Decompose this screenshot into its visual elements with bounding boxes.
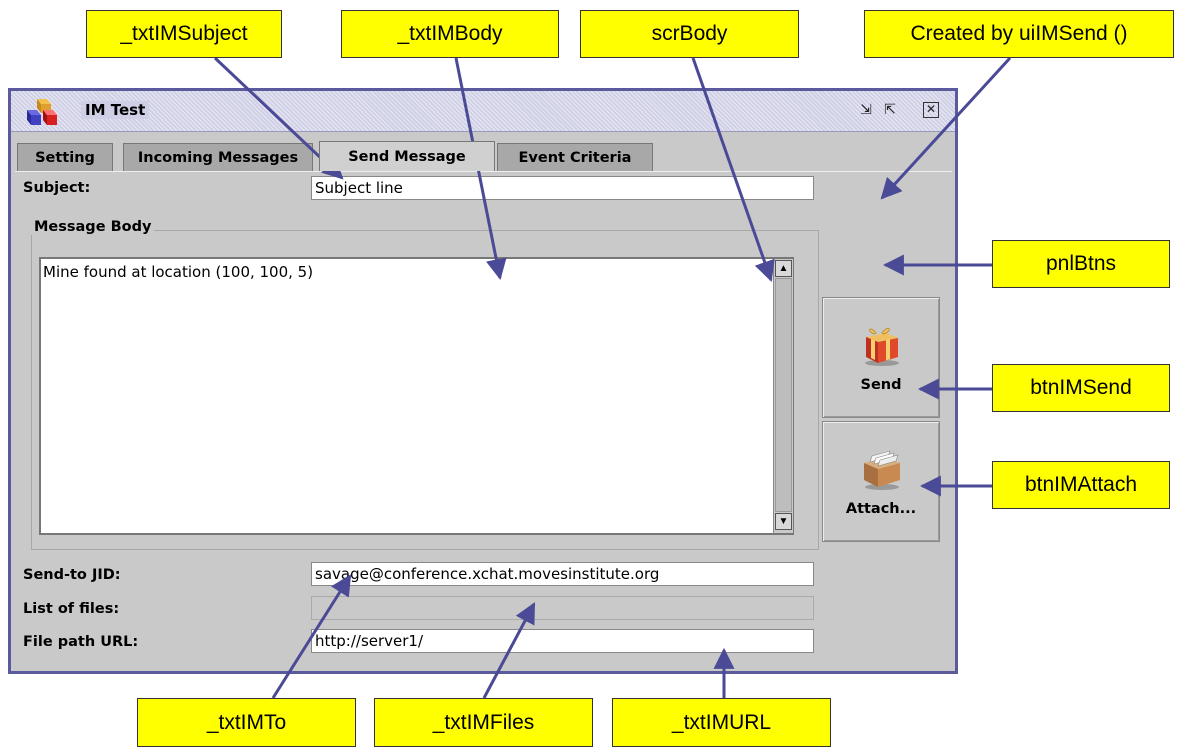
message-body-text: Mine found at location (100, 100, 5) [43, 263, 314, 281]
subject-input[interactable]: Subject line [311, 176, 814, 200]
callout-txt-im-url: _txtIMURL [612, 698, 831, 747]
callout-txt-im-subject: _txtIMSubject [86, 10, 282, 58]
callout-created-by: Created by uiIMSend () [864, 10, 1174, 58]
file-path-url-input[interactable]: http://server1/ [311, 629, 814, 653]
tab-send-message[interactable]: Send Message [319, 141, 495, 171]
send-to-jid-label: Send-to JID: [23, 567, 121, 583]
body-scrollbar[interactable]: ▲ ▼ [773, 259, 793, 533]
file-box-icon [864, 450, 900, 490]
callout-btn-im-attach: btnIMAttach [992, 461, 1170, 509]
message-body-textarea[interactable]: Mine found at location (100, 100, 5) [39, 257, 794, 535]
list-of-files-label: List of files: [23, 601, 120, 617]
file-path-url-label: File path URL: [23, 634, 139, 650]
tab-incoming-messages[interactable]: Incoming Messages [123, 143, 313, 171]
callout-txt-im-body: _txtIMBody [341, 10, 559, 58]
list-of-files-field [311, 596, 814, 620]
subject-label: Subject: [23, 180, 91, 196]
callout-btn-im-send: btnIMSend [992, 364, 1170, 412]
send-to-jid-input[interactable]: savage@conference.xchat.movesinstitute.o… [311, 562, 814, 586]
scroll-down-icon[interactable]: ▼ [775, 513, 792, 530]
attach-button[interactable]: Attach... [822, 421, 940, 542]
send-message-panel: Subject: Subject line Message Body Mine … [15, 171, 952, 672]
message-body-title: Message Body [31, 219, 155, 235]
callout-pnl-btns: pnlBtns [992, 240, 1170, 288]
app-cubes-icon [27, 99, 57, 125]
scroll-thumb[interactable] [775, 278, 792, 512]
send-button-label: Send [860, 376, 902, 393]
callout-txt-im-to: _txtIMTo [137, 698, 356, 747]
title-bar[interactable]: IM Test ⇲ ⇱ ✕ [11, 91, 955, 132]
window-title: IM Test [81, 101, 150, 119]
callout-txt-im-files: _txtIMFiles [374, 698, 593, 747]
send-button[interactable]: Send [822, 297, 940, 418]
close-icon[interactable]: ✕ [923, 102, 939, 118]
scroll-up-icon[interactable]: ▲ [775, 260, 792, 277]
minimize-icon[interactable]: ⇲ [857, 102, 875, 118]
tab-setting[interactable]: Setting [17, 143, 113, 171]
im-test-window: IM Test ⇲ ⇱ ✕ Setting Incoming Messages … [8, 88, 958, 674]
tab-event-criteria[interactable]: Event Criteria [497, 143, 653, 171]
callout-scr-body: scrBody [580, 10, 799, 58]
attach-button-label: Attach... [845, 500, 917, 517]
gift-box-icon [865, 327, 899, 366]
maximize-icon[interactable]: ⇱ [881, 102, 899, 118]
